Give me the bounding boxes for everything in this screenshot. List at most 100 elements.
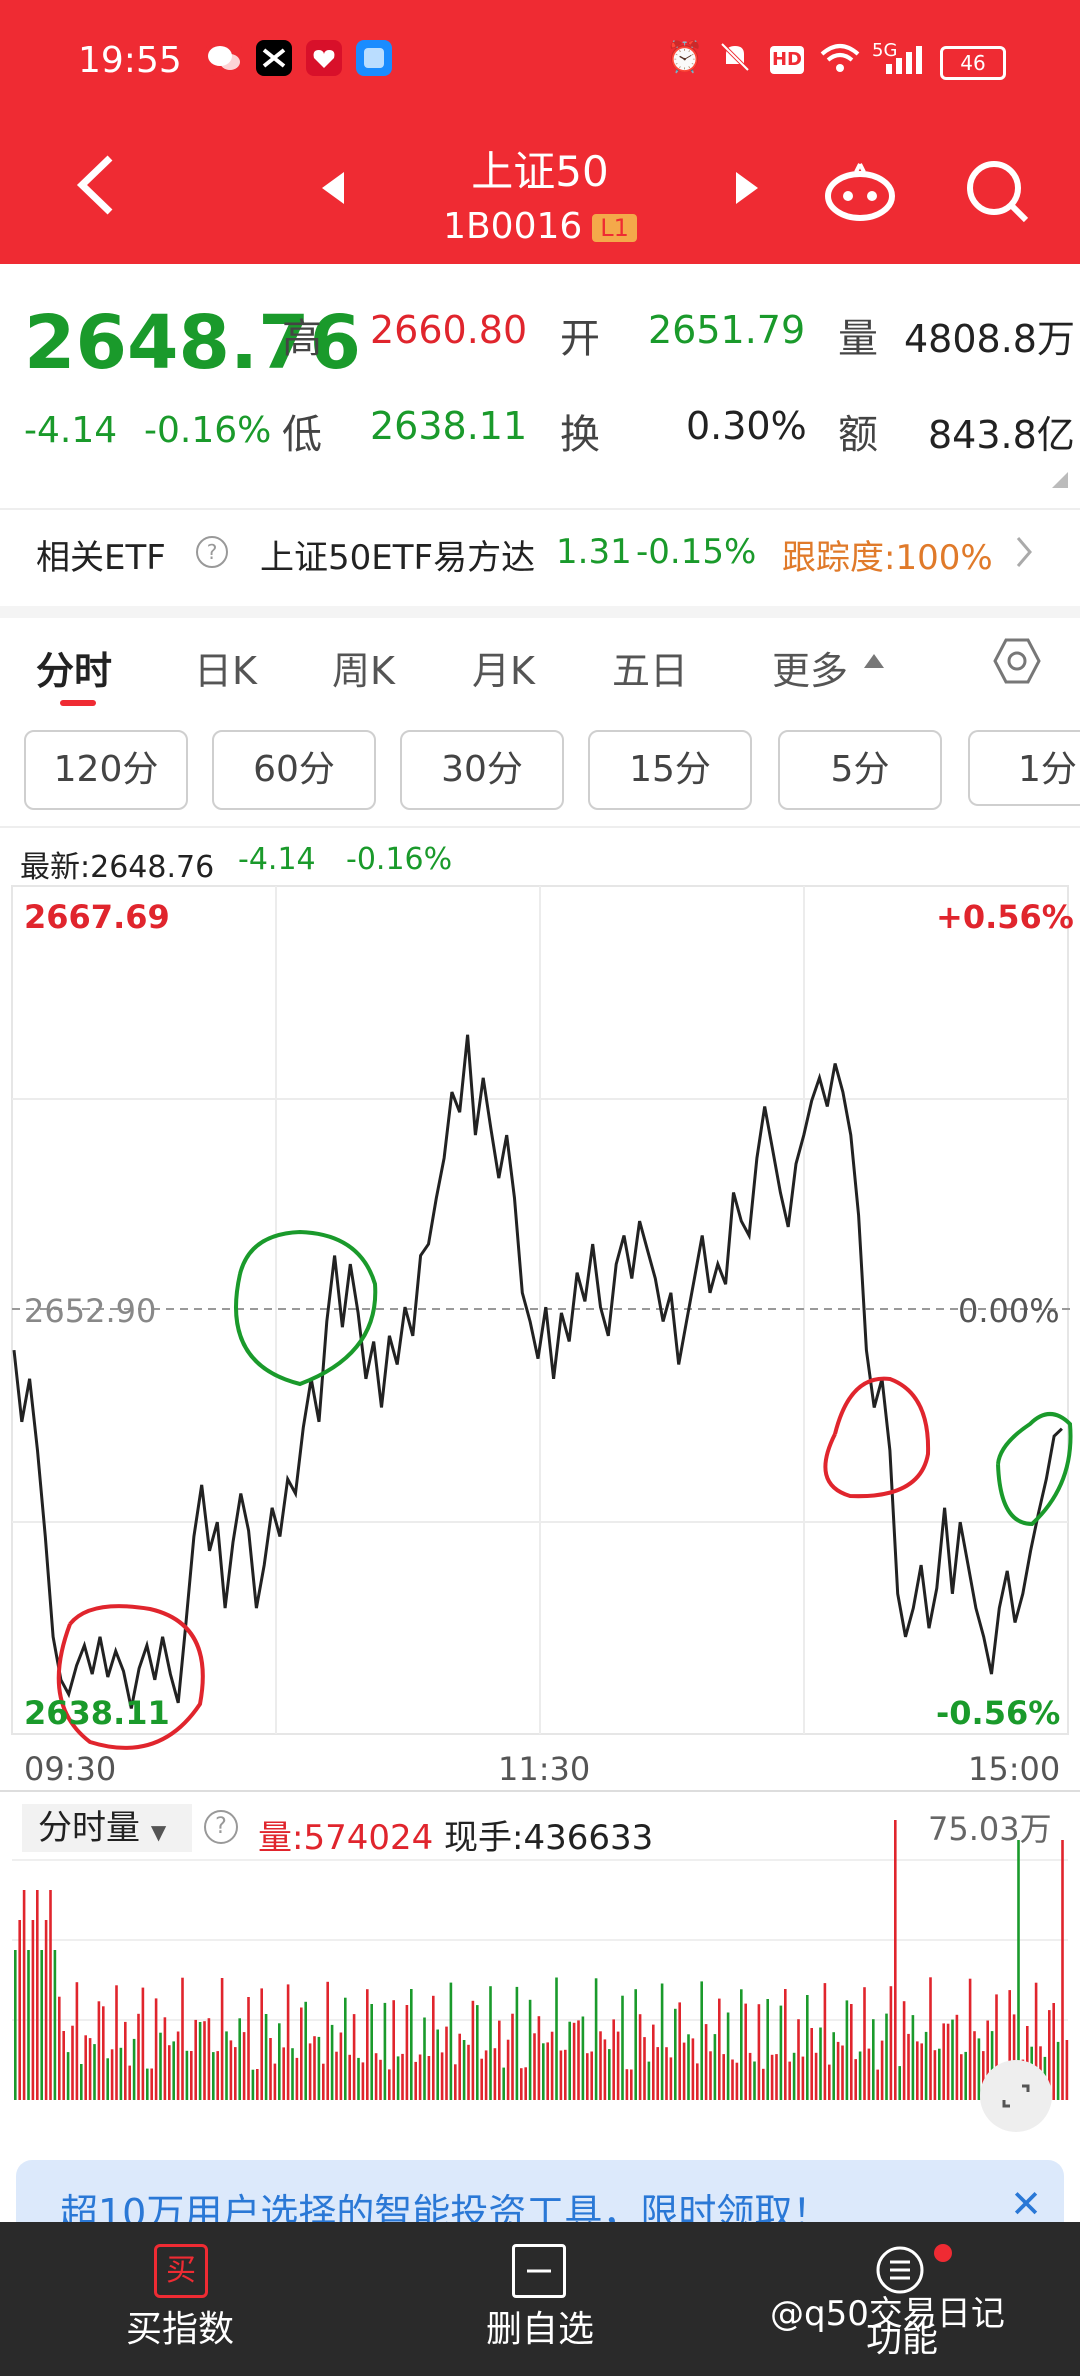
volume-bar xyxy=(687,2034,690,2100)
volume-bar xyxy=(964,2051,967,2100)
volume-bar xyxy=(889,1986,893,2100)
volume-bar xyxy=(31,1920,35,2100)
volume-bar xyxy=(511,2013,514,2100)
volume-bar xyxy=(1061,1840,1064,2100)
volume-bar xyxy=(797,2019,800,2100)
volume-bar xyxy=(348,2054,351,2100)
volume-bar xyxy=(458,2033,461,2100)
next-stock-icon[interactable] xyxy=(732,168,762,212)
price-change: -4.14 xyxy=(24,410,118,451)
mute-icon xyxy=(718,40,752,82)
volume-bar xyxy=(814,2052,818,2100)
remove-watchlist-icon[interactable] xyxy=(512,2244,566,2298)
interval-1[interactable]: 1分 xyxy=(968,730,1080,806)
volume-bar xyxy=(247,1997,250,2100)
volume-bar xyxy=(911,2015,915,2100)
volume-label: 量 xyxy=(838,316,878,362)
interval-30[interactable]: 30分 xyxy=(400,730,564,810)
volume-bar xyxy=(212,2052,215,2100)
volume-bar xyxy=(436,2029,439,2100)
volume-bar xyxy=(159,2032,162,2100)
level-badge: L1 xyxy=(592,214,637,242)
volume-bar xyxy=(656,2047,659,2100)
settings-hex-icon[interactable] xyxy=(992,636,1042,690)
volume-bar xyxy=(577,2020,580,2100)
search-icon[interactable] xyxy=(962,158,1032,232)
volume-bar xyxy=(489,1986,492,2100)
volume-bar xyxy=(533,2033,536,2100)
volume-bar xyxy=(929,1977,932,2100)
etf-label: 相关ETF xyxy=(36,538,166,578)
help-icon[interactable]: ? xyxy=(196,536,228,568)
tab-weekly-k[interactable]: 周K xyxy=(332,640,395,695)
volume-bar xyxy=(1065,2040,1069,2100)
volume-bar xyxy=(850,2004,853,2100)
volume-bar xyxy=(256,2069,259,2100)
volume-bar xyxy=(383,2002,387,2100)
volume-bar xyxy=(704,2024,708,2100)
tab-daily-k[interactable]: 日K xyxy=(194,640,257,695)
expand-corner-icon[interactable] xyxy=(1050,470,1070,494)
volume-bar xyxy=(269,2038,272,2100)
volume-bar xyxy=(828,2064,831,2100)
volume-bar xyxy=(93,2044,96,2100)
volume-bar xyxy=(616,2031,620,2100)
volume-bar xyxy=(788,2061,791,2100)
volume-bar xyxy=(946,2023,950,2100)
nav-remove-watchlist[interactable]: 删自选 xyxy=(486,2300,594,2352)
volume-bar xyxy=(66,2052,70,2100)
volume-bar xyxy=(476,2005,479,2100)
etf-tracking: 跟踪度:100% xyxy=(782,538,993,578)
volume-bar xyxy=(810,2028,813,2100)
volume-bar xyxy=(401,2053,404,2100)
volume-bar xyxy=(432,1995,435,2100)
volume-bar xyxy=(379,2059,382,2100)
volume-bar xyxy=(282,2047,285,2100)
volume-bar xyxy=(854,2059,857,2100)
volume-bar xyxy=(955,2014,959,2100)
buy-index-icon[interactable]: 买 xyxy=(154,2244,208,2298)
volume-bar xyxy=(339,2032,343,2100)
volume-bar xyxy=(634,1989,637,2100)
interval-60[interactable]: 60分 xyxy=(212,730,376,810)
close-icon[interactable]: ✕ xyxy=(1010,2182,1042,2226)
volume-bar xyxy=(106,2058,109,2100)
tab-monthly-k[interactable]: 月K xyxy=(472,640,535,695)
volume-bar xyxy=(872,2019,875,2100)
volume-bar xyxy=(700,1981,703,2100)
turnover-label: 换 xyxy=(560,412,600,458)
volume-bar xyxy=(14,1950,17,2100)
volume-bar xyxy=(779,2005,783,2100)
volume-bar xyxy=(770,2054,774,2100)
volume-bar xyxy=(832,2032,835,2100)
volume-bar xyxy=(58,1996,61,2100)
volume-bar xyxy=(858,2051,862,2100)
volume-bar xyxy=(454,2064,457,2100)
chevron-right-icon[interactable] xyxy=(1014,534,1034,574)
volume-bar xyxy=(766,1999,769,2100)
tab-five-day[interactable]: 五日 xyxy=(612,640,688,695)
etf-change: -0.15% xyxy=(636,532,757,572)
intraday-price-chart[interactable] xyxy=(0,884,1080,1764)
volume-bar xyxy=(440,2052,444,2100)
etf-name[interactable]: 上证50ETF易方达 xyxy=(260,530,535,579)
interval-5[interactable]: 5分 xyxy=(778,730,942,810)
volume-bar xyxy=(361,2062,365,2100)
interval-120[interactable]: 120分 xyxy=(24,730,188,810)
robot-assistant-icon[interactable] xyxy=(822,158,898,226)
volume-bar xyxy=(960,2054,963,2100)
x-label-open: 09:30 xyxy=(24,1750,117,1788)
volume-bar xyxy=(586,2053,589,2100)
volume-bar xyxy=(216,2051,219,2100)
fullscreen-button[interactable] xyxy=(980,2060,1052,2132)
tab-more[interactable]: 更多 xyxy=(772,640,848,695)
nav-buy-index[interactable]: 买指数 xyxy=(126,2300,234,2352)
volume-bar xyxy=(462,2040,466,2100)
volume-bar xyxy=(22,1890,26,2100)
volume-bar xyxy=(132,2038,136,2100)
tab-intraday[interactable]: 分时 xyxy=(36,640,112,695)
volume-bar xyxy=(555,1977,558,2100)
volume-bar xyxy=(427,2056,431,2100)
volume-bar xyxy=(264,2014,268,2100)
interval-15[interactable]: 15分 xyxy=(588,730,752,810)
